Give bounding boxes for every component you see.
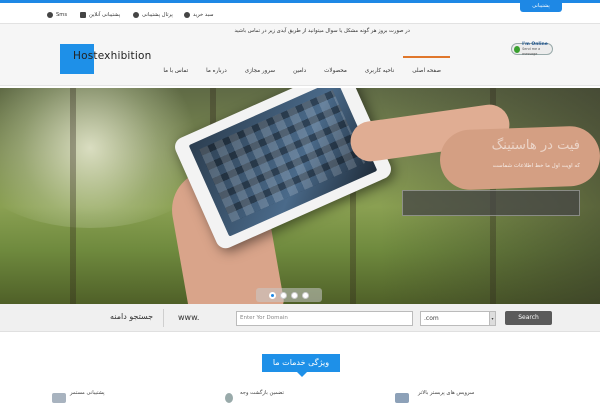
sms-link[interactable]: Sms xyxy=(47,12,67,18)
search-button[interactable]: Search xyxy=(505,311,552,325)
hero-subtitle: که اویت اول ما خط اطلاعات شماست xyxy=(493,163,580,169)
slider-pagination xyxy=(256,288,322,302)
nav-item-user-area[interactable]: ناحیه کاربری xyxy=(356,68,403,74)
slider-dot-4[interactable] xyxy=(302,292,309,299)
tld-select[interactable]: .com ▾ xyxy=(420,311,496,326)
sms-label: Sms xyxy=(56,12,67,18)
online-support-label: پشتیبانی آنلاین xyxy=(89,12,120,18)
hero-image-box xyxy=(402,190,580,216)
chat-bubble-icon xyxy=(514,46,520,53)
cart-link-label: سبد خرید xyxy=(193,12,214,18)
feature-item: تضمین بازگشت وجه xyxy=(240,390,284,396)
nav-item-vps[interactable]: سرور مجازی xyxy=(236,68,284,74)
top-bar: پشتیبانی سبد خرید پرتال پشتیبانی پشتیبان… xyxy=(0,0,600,24)
slider-dot-3[interactable] xyxy=(291,292,298,299)
globe-icon xyxy=(133,12,139,18)
online-status-badge[interactable]: I'm Online Send me a message xyxy=(511,43,553,55)
server-icon xyxy=(395,393,409,403)
slider-dot-1[interactable] xyxy=(269,292,276,299)
chevron-down-icon: ▾ xyxy=(489,312,495,325)
cart-link[interactable]: سبد خرید xyxy=(184,12,214,18)
logo-text: Hostexhibition xyxy=(73,50,151,62)
slider-dot-2[interactable] xyxy=(280,292,287,299)
domain-input[interactable]: Enter Yor Domain xyxy=(236,311,413,326)
support-portal-link[interactable]: پرتال پشتیبانی xyxy=(133,12,173,18)
feature-item: پشتیبانی مستمر xyxy=(70,390,105,396)
hero-slider: فیت در هاستینگ که اویت اول ما خط اطلاعات… xyxy=(0,88,600,304)
online-badge-subtitle: Send me a message xyxy=(522,47,552,57)
tld-selected: .com xyxy=(424,315,439,322)
support-icon xyxy=(52,393,66,403)
nav-item-home[interactable]: صفحه اصلی xyxy=(403,68,450,74)
feature-item: سرویس های پربستر بالاتر xyxy=(418,390,474,396)
chat-icon xyxy=(80,12,86,18)
support-tab[interactable]: پشتیبانی xyxy=(520,0,562,12)
nav-item-contact[interactable]: تماس با ما xyxy=(154,68,197,74)
domain-search-title: جستجو دامنه xyxy=(110,312,153,321)
nav-item-products[interactable]: محصولات xyxy=(315,68,356,74)
nav-item-about[interactable]: درباره ما xyxy=(197,68,236,74)
services-title: ویژگی خدمات ما xyxy=(262,354,340,372)
contact-notice: در صورت بروز هر گونه مشکل یا سوال میتوان… xyxy=(234,28,410,34)
domain-search-bar: جستجو دامنه www. Enter Yor Domain .com ▾… xyxy=(0,304,600,332)
support-portal-label: پرتال پشتیبانی xyxy=(142,12,173,18)
headset-icon xyxy=(47,12,53,18)
nav-item-domain[interactable]: دامین xyxy=(284,68,315,74)
www-prefix: www. xyxy=(178,313,199,322)
logo[interactable]: Hostexhibition xyxy=(60,44,150,74)
online-badge-text: I'm Online Send me a message xyxy=(522,42,552,57)
divider xyxy=(163,309,164,327)
globe-icon xyxy=(184,12,190,18)
refund-icon xyxy=(225,393,233,403)
main-nav: صفحه اصلی ناحیه کاربری محصولات دامین سرو… xyxy=(154,68,450,74)
arm-image xyxy=(439,125,600,191)
hero-title: فیت در هاستینگ xyxy=(492,138,580,153)
online-support-link[interactable]: پشتیبانی آنلاین xyxy=(80,12,120,18)
